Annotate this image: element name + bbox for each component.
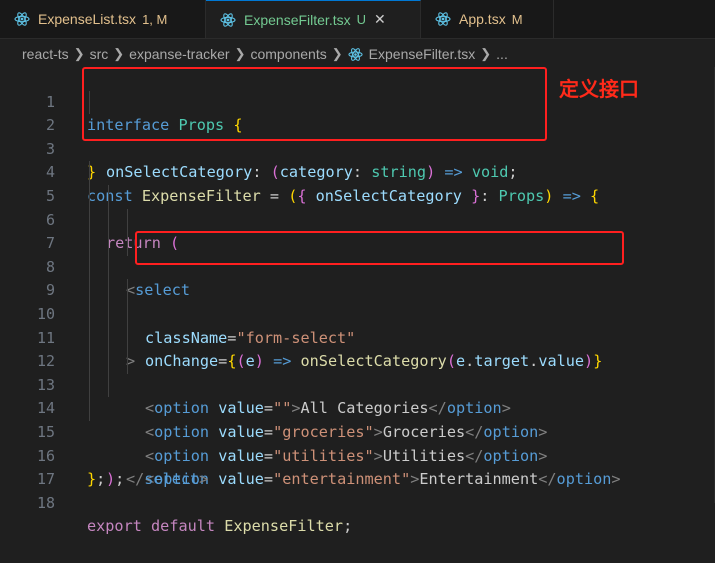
indent-guide <box>127 326 128 351</box>
line-number: 18 <box>36 493 55 512</box>
breadcrumb-item[interactable]: ... <box>496 46 508 62</box>
breadcrumb-item[interactable]: ExpenseFilter.tsx <box>369 46 476 62</box>
interface-highlight-box <box>82 67 547 141</box>
indent-guide <box>108 185 109 209</box>
indent-guide <box>89 279 90 303</box>
code-line: 6 <select <box>0 185 715 299</box>
indent-guide <box>108 373 109 398</box>
indent-guide <box>108 255 109 280</box>
chevron-right-icon: ❯ <box>73 46 85 61</box>
indent-guide <box>89 303 90 327</box>
tab-status: U <box>356 12 366 27</box>
code-line: 5 return ( <box>0 161 715 252</box>
react-icon <box>435 12 451 26</box>
code-line: 4 const ExpenseFilter = ({ onSelectCateg… <box>0 138 715 205</box>
indent-guide <box>108 279 109 303</box>
tab-label: ExpenseList.tsx <box>38 11 137 27</box>
chevron-right-icon: ❯ <box>113 46 125 61</box>
code-line: 17 <box>0 445 715 488</box>
tab-expenselist[interactable]: ExpenseList.tsx 1, M <box>0 0 206 38</box>
code-line: 7 className="form-select" <box>0 208 715 347</box>
indent-guide <box>127 208 128 233</box>
breadcrumb-item[interactable]: src <box>90 46 109 62</box>
indent-guide <box>108 208 109 233</box>
chevron-right-icon: ❯ <box>331 46 343 61</box>
tab-status: M <box>511 11 523 27</box>
breadcrumb-item[interactable]: components <box>250 46 326 62</box>
onchange-highlight-box <box>135 231 624 265</box>
code-text: export default ExpenseFilter; <box>87 517 353 536</box>
annotation-label: 定义接口 <box>559 77 639 101</box>
code-line: 13 <option value="entertainment">Enterta… <box>0 350 715 488</box>
code-line: 15 ); <box>0 397 715 488</box>
react-icon <box>220 12 236 27</box>
indent-guide <box>127 232 128 256</box>
breadcrumb-item[interactable]: expanse-tracker <box>129 46 229 62</box>
indent-guide <box>89 397 90 421</box>
indent-guide <box>89 326 90 351</box>
indent-guide <box>89 232 90 256</box>
code-line: 10 <option value="">All Categories</opti… <box>0 279 715 417</box>
close-icon[interactable]: ✕ <box>374 11 386 28</box>
indent-guide <box>89 185 90 209</box>
tab-expensefilter[interactable]: ExpenseFilter.tsx U ✕ <box>206 0 421 38</box>
react-icon <box>14 12 30 26</box>
indent-guide <box>89 350 90 374</box>
indent-guide <box>89 208 90 233</box>
indent-guide <box>108 326 109 351</box>
code-line: 18 export default ExpenseFilter; <box>0 468 715 536</box>
indent-guide <box>108 303 109 327</box>
indent-guide <box>127 303 128 327</box>
tab-label: ExpenseFilter.tsx <box>244 11 351 28</box>
indent-guide <box>127 350 128 374</box>
breadcrumb: react-ts ❯ src ❯ expanse-tracker ❯ compo… <box>0 40 715 68</box>
indent-guide <box>108 350 109 374</box>
chevron-right-icon: ❯ <box>234 46 246 61</box>
indent-guide <box>89 255 90 280</box>
tab-status: 1, M <box>142 11 168 27</box>
tab-label: App.tsx <box>459 11 506 27</box>
editor-tab-bar: ExpenseList.tsx 1, M ExpenseFilter.tsx U… <box>0 0 715 39</box>
indent-guide <box>89 161 90 185</box>
chevron-right-icon: ❯ <box>480 46 492 61</box>
react-icon <box>348 47 363 61</box>
indent-guide <box>108 232 109 256</box>
indent-guide <box>127 279 128 303</box>
indent-guide <box>89 373 90 398</box>
code-line: 11 <option value="groceries">Groceries</… <box>0 303 715 441</box>
code-line: 12 <option value="utilities">Utilities</… <box>0 326 715 465</box>
breadcrumb-item[interactable]: react-ts <box>22 46 69 62</box>
code-line: 14 </select> <box>0 373 715 488</box>
code-line: 16 }; <box>0 421 715 489</box>
tab-app[interactable]: App.tsx M <box>421 0 554 38</box>
